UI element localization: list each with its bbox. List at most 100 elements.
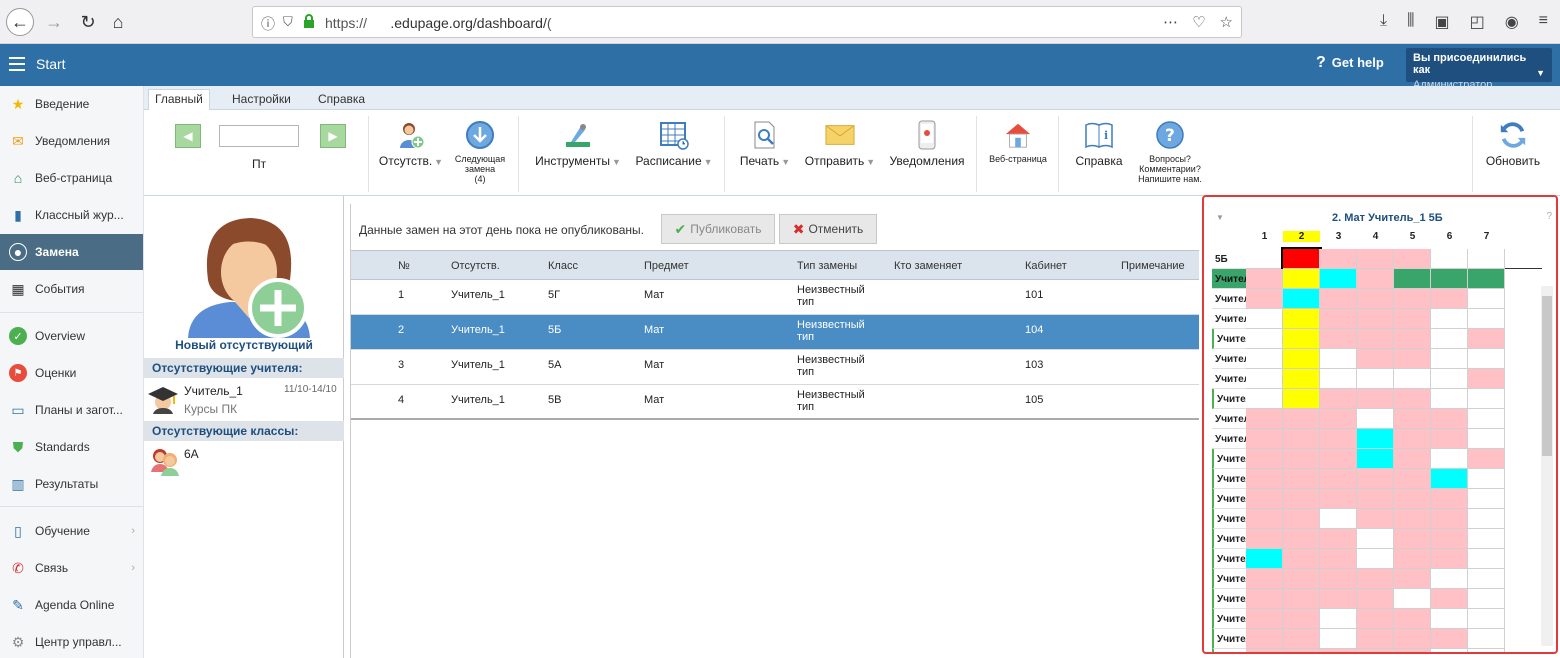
grid-cell[interactable] [1357, 449, 1394, 469]
grid-cell[interactable] [1320, 329, 1357, 349]
sidebar-toggle-icon[interactable]: ▣ [1434, 12, 1449, 32]
table-row-selected[interactable]: 2 Учитель_1 5Б Мат Неизвестный тип 104 [351, 315, 1199, 350]
grid-cell[interactable] [1357, 289, 1394, 309]
grid-cell[interactable] [1394, 489, 1431, 509]
grid-cell[interactable] [1431, 269, 1468, 289]
grid-cell[interactable] [1468, 349, 1505, 369]
grid-cell[interactable] [1468, 589, 1505, 609]
grid-cell[interactable] [1281, 247, 1322, 271]
grid-cell[interactable] [1283, 649, 1320, 652]
sidebar-item-substitution[interactable]: ● Замена [0, 234, 143, 270]
grid-cell[interactable] [1468, 529, 1505, 549]
grid-cell[interactable] [1320, 289, 1357, 309]
grid-cell[interactable] [1246, 369, 1283, 389]
grid-cell[interactable] [1468, 429, 1505, 449]
grid-cell[interactable] [1283, 629, 1320, 649]
grid-cell[interactable] [1320, 369, 1357, 389]
grid-cell[interactable] [1283, 289, 1320, 309]
absent-class-name[interactable]: 6А [184, 447, 199, 461]
grid-cell[interactable] [1320, 609, 1357, 629]
grid-row[interactable]: Учитель_1 [1212, 509, 1542, 529]
grid-cell[interactable] [1357, 629, 1394, 649]
col-room[interactable]: Кабинет [1025, 260, 1067, 272]
table-row[interactable]: 3 Учитель_1 5А Мат Неизвестный тип 103 [351, 350, 1199, 385]
grid-cell[interactable] [1431, 569, 1468, 589]
grid-cell[interactable] [1246, 349, 1283, 369]
sidebar-item-plans[interactable]: ▭ Планы и загот... [0, 392, 143, 428]
grid-cell[interactable] [1394, 309, 1431, 329]
grid-cell[interactable] [1357, 409, 1394, 429]
grid-row[interactable]: Учитель_1 [1212, 589, 1542, 609]
notify-button[interactable]: Уведомления [884, 120, 970, 168]
grid-cell[interactable] [1468, 369, 1505, 389]
forward-button[interactable]: → [40, 8, 68, 36]
new-absent-link[interactable]: Новый отсутствующий [144, 338, 344, 352]
grid-cell[interactable] [1394, 609, 1431, 629]
grid-cell[interactable] [1468, 449, 1505, 469]
grid-row[interactable]: Учитель_1 [1212, 469, 1542, 489]
table-row[interactable]: 1 Учитель_1 5Г Мат Неизвестный тип 101 [351, 280, 1199, 315]
grid-row[interactable]: Учитель_1 [1212, 609, 1542, 629]
next-substitution-button[interactable]: Следующая замена (4) [449, 120, 511, 184]
grid-cell[interactable] [1431, 309, 1468, 329]
grid-cell[interactable] [1357, 469, 1394, 489]
grid-row[interactable]: Учитель_1 [1212, 389, 1542, 409]
grid-cell[interactable] [1283, 589, 1320, 609]
grid-cell[interactable] [1431, 389, 1468, 409]
grid-cell[interactable] [1468, 489, 1505, 509]
grid-cell[interactable] [1468, 389, 1505, 409]
grid-cell[interactable] [1246, 469, 1283, 489]
grid-cell[interactable] [1394, 449, 1431, 469]
grid-row[interactable]: 5Б [1212, 247, 1542, 271]
grid-cell[interactable] [1394, 629, 1431, 649]
grid-row[interactable]: Учитель_1 [1212, 409, 1542, 429]
reload-button[interactable]: ↻ [74, 8, 102, 36]
grid-cell[interactable] [1246, 549, 1283, 569]
grid-cell[interactable] [1394, 529, 1431, 549]
grid-cell[interactable] [1357, 389, 1394, 409]
grid-cell[interactable] [1431, 489, 1468, 509]
grid-row[interactable]: Учитель_1 [1212, 629, 1542, 649]
grid-cell[interactable] [1357, 569, 1394, 589]
grid-cell[interactable] [1431, 449, 1468, 469]
sidebar-item-learning[interactable]: ▯ Обучение › [0, 513, 143, 549]
grid-cell[interactable] [1431, 649, 1468, 652]
tab-settings[interactable]: Настройки [226, 90, 297, 108]
grid-cell[interactable] [1320, 429, 1357, 449]
grid-row[interactable]: Учитель_1 [1212, 549, 1542, 569]
grid-cell[interactable] [1246, 269, 1283, 289]
col-note[interactable]: Примечание [1121, 260, 1185, 272]
tools-button[interactable]: Инструменты ▼ [530, 120, 626, 168]
grid-cell[interactable] [1283, 569, 1320, 589]
grid-row[interactable]: Учитель_1 [1212, 329, 1542, 349]
sidebar-item-standards[interactable]: ⛊ Standards [0, 429, 143, 465]
grid-cell[interactable] [1394, 349, 1431, 369]
collapse-caret-icon[interactable]: ▼ [1216, 213, 1224, 222]
grid-cell[interactable] [1283, 309, 1320, 329]
sidebar-item-classbook[interactable]: ▮ Классный жур... [0, 197, 143, 233]
grid-cell[interactable] [1468, 549, 1505, 569]
table-row[interactable]: 4 Учитель_1 5В Мат Неизвестный тип 105 [351, 385, 1199, 420]
grid-cell[interactable] [1246, 529, 1283, 549]
feedback-button[interactable]: ? Вопросы? Комментарии? Напишите нам. [1134, 120, 1206, 184]
grid-cell[interactable] [1283, 329, 1320, 349]
grid-cell[interactable] [1468, 649, 1505, 652]
tab-main[interactable]: Главный [148, 89, 210, 111]
schedule-button[interactable]: Расписание ▼ [630, 120, 718, 168]
grid-cell[interactable] [1357, 429, 1394, 449]
grid-cell[interactable] [1394, 329, 1431, 349]
library-icon[interactable]: ⫼ [1407, 12, 1414, 32]
more-dots-icon[interactable]: ⋯ [1163, 13, 1178, 31]
grid-cell[interactable] [1431, 629, 1468, 649]
grid-cell[interactable] [1320, 549, 1357, 569]
grid-cell[interactable] [1357, 269, 1394, 289]
grid-cell[interactable] [1468, 249, 1505, 269]
grid-cell[interactable] [1283, 509, 1320, 529]
grid-cell[interactable] [1283, 609, 1320, 629]
grid-cell[interactable] [1431, 329, 1468, 349]
grid-cell[interactable] [1246, 409, 1283, 429]
grid-cell[interactable] [1283, 429, 1320, 449]
grid-cell[interactable] [1320, 409, 1357, 429]
grid-cell[interactable] [1320, 509, 1357, 529]
grid-cell[interactable] [1357, 609, 1394, 629]
